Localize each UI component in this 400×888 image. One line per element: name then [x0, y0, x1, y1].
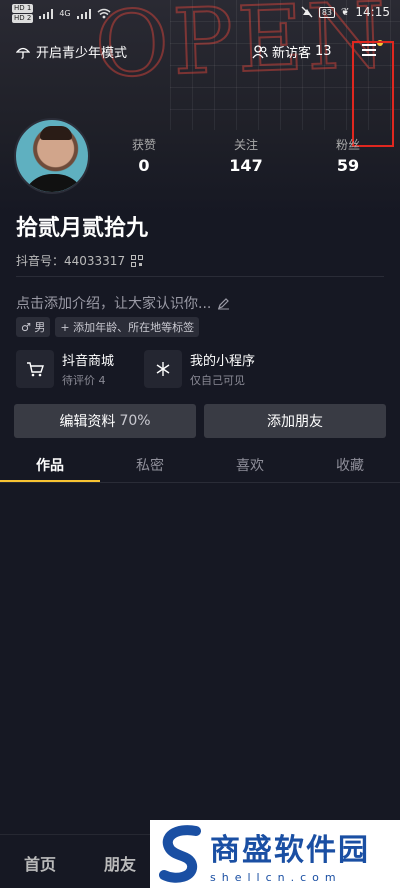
- sim1-label: HD 1: [12, 4, 34, 13]
- add-friend-label: 添加朋友: [267, 414, 323, 430]
- watermark-logo-icon: [156, 825, 204, 883]
- umbrella-icon: [16, 47, 30, 59]
- mute-icon: [301, 6, 313, 18]
- stat-followers-value: 59: [336, 156, 360, 175]
- watermark-cn: 商盛软件园: [210, 832, 370, 868]
- edit-profile-label: 编辑资料: [59, 414, 116, 430]
- shopping-cart-icon: [16, 350, 54, 388]
- network-label: 4G: [59, 9, 71, 18]
- stat-followers-label: 粉丝: [335, 138, 360, 152]
- teen-mode-button[interactable]: 开启青少年模式: [16, 42, 127, 61]
- intro-row[interactable]: 点击添加介绍，让大家认识你...: [16, 293, 230, 313]
- tab-private[interactable]: 私密: [100, 455, 200, 475]
- divider: [16, 276, 384, 277]
- intro-placeholder: 点击添加介绍，让大家认识你...: [16, 296, 212, 312]
- add-friend-button[interactable]: 添加朋友: [204, 404, 386, 438]
- profile-stats: 获赞 0 关注 147 粉丝 59: [96, 136, 400, 176]
- clock: 14:15: [355, 5, 390, 19]
- avatar-shirt: [22, 174, 86, 192]
- edit-profile-percent: 70%: [119, 413, 151, 429]
- highlight-box: [352, 41, 394, 147]
- tags-row: ♂ 男 + 添加年龄、所在地等标签: [16, 317, 200, 337]
- stat-likes-label: 获赞: [131, 138, 156, 152]
- sim2-label: HD 2: [12, 14, 34, 23]
- visitors-label: 新访客: [272, 46, 312, 61]
- stat-followers[interactable]: 粉丝 59: [308, 136, 388, 175]
- wifi-icon: [97, 8, 111, 19]
- signal-icon-2: [76, 8, 91, 19]
- douyin-id: 抖音号：44033317: [16, 254, 126, 268]
- nav-home[interactable]: 首页: [24, 851, 56, 875]
- stat-following-value: 147: [229, 156, 263, 175]
- battery-icon: 83: [318, 6, 336, 18]
- visitors-count: 13: [315, 44, 332, 59]
- new-visitors-button[interactable]: 新访客 13: [252, 42, 332, 61]
- services-row: 抖音商城 待评价 4 我的小程序 仅自己可见: [16, 350, 386, 394]
- mini-program-icon: [144, 350, 182, 388]
- username: 拾贰月贰拾九: [16, 216, 149, 241]
- leaf-icon: ❦: [341, 6, 350, 18]
- mini-program-title: 我的小程序: [190, 354, 256, 369]
- douyin-id-row[interactable]: 抖音号：44033317: [16, 252, 144, 269]
- stat-likes[interactable]: 获赞 0: [104, 136, 184, 175]
- content-tabs: 作品 私密 喜欢 收藏: [0, 447, 400, 483]
- mini-program-entry[interactable]: 我的小程序 仅自己可见: [144, 350, 255, 388]
- sim-indicator: HD 1 HD 2: [12, 4, 34, 23]
- tab-works[interactable]: 作品: [0, 455, 100, 475]
- stat-following-label: 关注: [233, 138, 258, 152]
- edit-profile-button[interactable]: 编辑资料 70%: [14, 404, 196, 438]
- shop-subtitle: 待评价 4: [62, 374, 106, 387]
- shop-title: 抖音商城: [62, 354, 115, 369]
- active-tab-indicator: [0, 480, 100, 482]
- qr-code-icon[interactable]: [131, 254, 144, 267]
- battery-level: 83: [321, 7, 333, 17]
- mini-program-subtitle: 仅自己可见: [190, 374, 245, 387]
- stat-likes-value: 0: [138, 156, 150, 175]
- watermark: 商盛软件园 shellcn.com: [150, 820, 400, 888]
- top-nav: 开启青少年模式 新访客 13: [0, 38, 400, 147]
- nav-friends[interactable]: 朋友: [104, 851, 136, 875]
- avatar-hair: [40, 126, 72, 140]
- people-icon: [252, 44, 268, 58]
- avatar[interactable]: [14, 118, 90, 194]
- tab-likes[interactable]: 喜欢: [200, 455, 300, 475]
- teen-mode-label: 开启青少年模式: [36, 46, 128, 61]
- tab-favorites[interactable]: 收藏: [300, 455, 400, 475]
- signal-icon: [39, 8, 54, 19]
- status-bar: HD 1 HD 2 4G 83 ❦ 14:15: [0, 0, 400, 28]
- pencil-icon: [218, 297, 230, 309]
- add-tags-button[interactable]: + 添加年龄、所在地等标签: [55, 317, 200, 337]
- watermark-en: shellcn.com: [210, 870, 342, 884]
- shop-entry[interactable]: 抖音商城 待评价 4: [16, 350, 114, 388]
- stat-following[interactable]: 关注 147: [206, 136, 286, 175]
- gender-tag[interactable]: ♂ 男: [16, 317, 51, 337]
